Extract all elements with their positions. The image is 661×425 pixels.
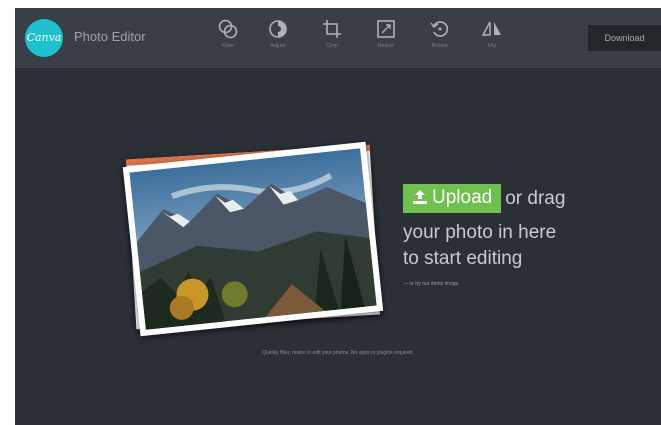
photo-editor-app: Canva Photo Editor Filter Adjust Crop Re…	[15, 8, 661, 425]
flip-tool-label: Flip	[487, 43, 497, 49]
filter-tool-label: Filter	[221, 43, 235, 49]
upload-button-label: Upload	[432, 187, 493, 208]
mountain-photo	[129, 148, 377, 330]
upload-instruction-line-3: to start editing	[403, 248, 523, 269]
crop-icon	[323, 20, 341, 38]
crop-tool-button[interactable]: Crop	[310, 18, 354, 64]
rotate-icon	[430, 21, 449, 37]
flip-tool-button[interactable]: Flip	[470, 18, 514, 64]
filter-tool-button[interactable]: Filter	[206, 18, 250, 64]
upload-icon	[413, 190, 427, 204]
upload-prompt: Upload or drag	[403, 184, 565, 213]
filter-icon	[218, 19, 238, 39]
top-toolbar: Canva Photo Editor Filter Adjust Crop Re…	[15, 8, 661, 68]
upload-instruction-line-2: your photo in here	[403, 222, 557, 243]
footer-tagline: Quickly filter, resize or edit your phot…	[262, 350, 414, 356]
flip-icon	[481, 21, 501, 36]
adjust-tool-label: Adjust	[270, 43, 286, 49]
app-title: Photo Editor	[74, 29, 146, 44]
resize-icon	[377, 20, 395, 38]
demo-image-link[interactable]: — or try our demo image	[403, 281, 458, 287]
upload-button[interactable]: Upload	[403, 184, 502, 213]
resize-tool-button[interactable]: Resize	[364, 18, 408, 64]
resize-tool-label: Resize	[377, 43, 395, 49]
rotate-tool-button[interactable]: Rotate	[418, 18, 462, 64]
adjust-tool-button[interactable]: Adjust	[256, 18, 300, 64]
adjust-icon	[269, 20, 287, 38]
photo-card	[122, 141, 384, 337]
download-button[interactable]: Download	[588, 25, 661, 51]
rotate-tool-label: Rotate	[432, 43, 448, 49]
drag-text: or drag	[505, 187, 566, 209]
canva-logo[interactable]: Canva	[25, 19, 63, 57]
crop-tool-label: Crop	[326, 43, 338, 49]
